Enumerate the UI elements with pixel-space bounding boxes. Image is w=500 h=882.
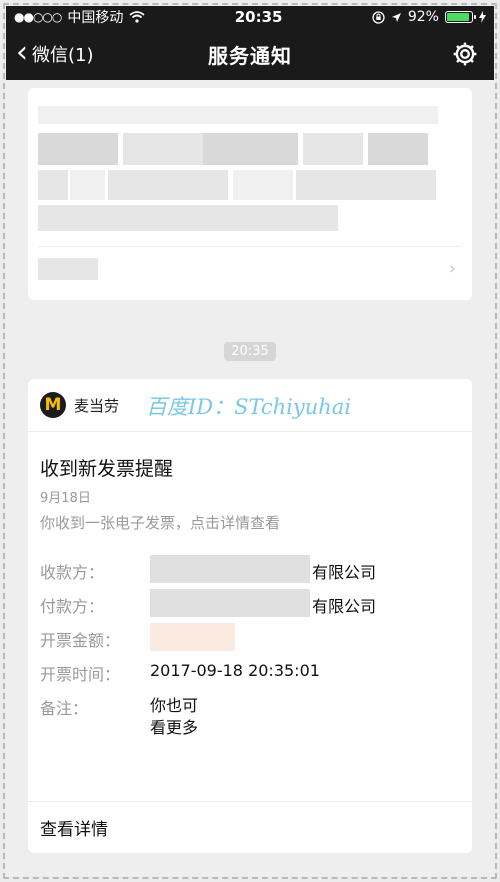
invoice-notice-card[interactable]: M 麦当劳 百度ID：STchiyuhai 收到新发票提醒 9月18日 你收到一… xyxy=(28,379,472,853)
blurred-text xyxy=(38,205,338,231)
view-details-link[interactable]: 查看详情 xyxy=(40,801,108,853)
notice-date: 9月18日 xyxy=(40,491,91,506)
blurred-text xyxy=(70,170,105,200)
chevron-right-icon: › xyxy=(448,258,456,279)
status-bar: ●●○○○ 中国移动 20:35 92% xyxy=(6,6,494,28)
field-label: 备注： xyxy=(40,699,89,718)
status-time: 20:35 xyxy=(234,8,283,26)
blurred-text xyxy=(38,106,438,124)
remark-line-1: 你也可 xyxy=(150,696,199,715)
blurred-text xyxy=(233,170,293,200)
back-label: 微信(1) xyxy=(32,45,94,66)
page-title: 服务通知 xyxy=(208,43,292,68)
field-payee: 收款方： 有限公司 xyxy=(40,555,460,593)
blurred-text xyxy=(38,170,68,200)
blurred-text xyxy=(123,133,203,165)
redaction-mask xyxy=(150,623,235,651)
navigation-bar: ‹ 微信(1) 服务通知 xyxy=(6,28,494,80)
field-value: 有限公司 xyxy=(312,563,377,582)
field-label: 收款方： xyxy=(40,563,105,582)
battery-percent: 92% xyxy=(407,9,439,25)
message-timestamp: 20:35 xyxy=(224,342,276,361)
charging-icon xyxy=(478,11,486,23)
phone-screen: ●●○○○ 中国移动 20:35 92% ‹ 微信(1) 服务通知 › 20:3… xyxy=(6,6,494,876)
blurred-text xyxy=(38,133,118,165)
field-payer: 付款方： 有限公司 xyxy=(40,589,460,627)
field-value: 有限公司 xyxy=(312,597,377,616)
field-label: 开票金额： xyxy=(40,631,121,650)
location-arrow-icon xyxy=(391,12,401,22)
notice-header: M 麦当劳 百度ID：STchiyuhai xyxy=(28,379,472,432)
watermark-text: 百度ID：STchiyuhai xyxy=(146,395,352,419)
blurred-text xyxy=(303,133,363,165)
notice-title: 收到新发票提醒 xyxy=(40,458,174,480)
blurred-text xyxy=(38,258,98,280)
gear-icon[interactable] xyxy=(452,41,478,67)
field-label: 付款方： xyxy=(40,597,105,616)
brand-name: 麦当劳 xyxy=(74,396,120,415)
battery-fill xyxy=(446,13,469,21)
field-time: 开票时间： 2017-09-18 20:35:01 xyxy=(40,661,460,695)
divider xyxy=(38,246,462,247)
blurred-text xyxy=(368,133,428,165)
redaction-mask xyxy=(150,555,310,583)
field-amount: 开票金额： xyxy=(40,623,460,661)
field-label: 开票时间： xyxy=(40,665,121,684)
back-button[interactable]: ‹ 微信(1) xyxy=(16,28,94,80)
mcdonalds-logo: M xyxy=(40,392,66,418)
wifi-icon xyxy=(129,11,145,23)
invoice-fields: 收款方： 有限公司 付款方： 有限公司 开票金额： 开票时间： 2017-09-… xyxy=(40,555,460,751)
previous-message-card-blurred[interactable]: › xyxy=(28,88,472,300)
redaction-mask xyxy=(150,589,310,617)
blurred-text xyxy=(108,170,228,200)
lock-rotation-icon xyxy=(372,10,385,24)
carrier-name: 中国移动 xyxy=(67,10,124,26)
blurred-text xyxy=(296,170,436,200)
field-value: 2017-09-18 20:35:01 xyxy=(150,661,320,680)
battery-icon xyxy=(444,11,476,23)
chevron-left-icon: ‹ xyxy=(16,34,28,70)
blurred-text xyxy=(203,133,298,165)
remark-line-2: 看更多 xyxy=(150,718,199,737)
notice-description: 你收到一张电子发票，点击详情查看 xyxy=(40,514,281,532)
field-remark: 备注： 你也可 看更多 xyxy=(40,695,460,751)
signal-strength: ●●○○○ xyxy=(14,10,62,24)
